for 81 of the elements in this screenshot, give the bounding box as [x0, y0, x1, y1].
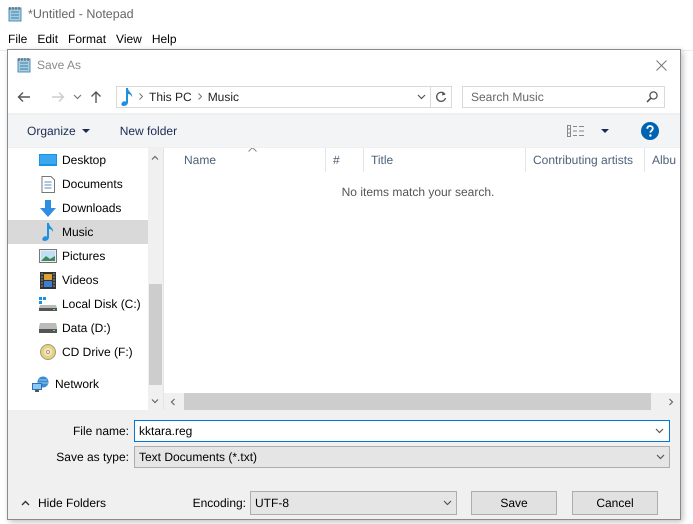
encoding-dropdown[interactable]: UTF-8	[250, 491, 457, 515]
column-header[interactable]: Albu	[645, 148, 680, 172]
notepad-icon	[17, 57, 31, 73]
refresh-button[interactable]	[431, 86, 452, 108]
drive-icon	[39, 323, 57, 333]
desktop-icon	[39, 153, 57, 167]
help-icon	[641, 122, 659, 140]
column-header[interactable]: Contributing artists	[526, 148, 645, 172]
scroll-left-icon	[170, 398, 175, 406]
menu-item[interactable]: File	[3, 32, 32, 46]
column-header[interactable]: #	[326, 148, 364, 172]
chevron-right-icon	[198, 93, 202, 100]
menu-item[interactable]: Help	[146, 32, 182, 46]
back-button[interactable]	[17, 90, 31, 102]
menu-item[interactable]: Edit	[32, 32, 64, 46]
scroll-up-icon	[151, 155, 159, 160]
sidebar-item[interactable]: Data (D:)	[8, 316, 148, 340]
sidebar-item[interactable]: Videos	[8, 268, 148, 292]
hide-folders-button[interactable]: Hide Folders	[21, 496, 106, 510]
cancel-button[interactable]: Cancel	[572, 491, 658, 515]
field-label: Save as type:	[55, 450, 130, 464]
chevron-down-icon	[655, 428, 664, 434]
address-bar[interactable]: This PC Music	[116, 86, 431, 108]
network-icon	[32, 376, 50, 392]
chevron-down-icon	[73, 94, 82, 100]
window-title: *Untitled - Notepad	[28, 7, 134, 21]
save-button[interactable]: Save	[471, 491, 557, 515]
file-type-dropdown[interactable]: Text Documents (*.txt)	[134, 446, 670, 468]
empty-message: No items match your search.	[342, 185, 494, 199]
sort-caret-icon	[248, 148, 257, 152]
system-drive-icon	[39, 297, 57, 311]
field-label: File name:	[72, 424, 130, 438]
download-arrow-icon	[39, 200, 57, 216]
music-note-icon	[42, 223, 54, 241]
notepad-icon	[8, 6, 22, 22]
file-name-field[interactable]: kktara.reg	[134, 420, 670, 442]
field-label: Encoding:	[192, 496, 246, 510]
new-folder-button[interactable]: New folder	[112, 120, 184, 142]
music-note-icon	[121, 88, 133, 106]
caret-icon	[601, 129, 609, 133]
breadcrumb-item[interactable]: This PC	[149, 90, 192, 104]
scroll-right-icon	[669, 398, 674, 406]
chevron-up-icon	[21, 500, 30, 506]
column-header[interactable]: Title	[364, 148, 526, 172]
sidebar-item[interactable]: Music	[8, 220, 148, 244]
close-icon	[656, 60, 666, 70]
dialog-title: Save As	[37, 58, 82, 72]
breadcrumb-item[interactable]: Music	[208, 90, 240, 104]
sidebar-item[interactable]: Documents	[8, 172, 148, 196]
film-icon	[40, 272, 56, 288]
up-arrow-icon	[90, 90, 102, 104]
document-icon	[41, 176, 55, 192]
sidebar-item[interactable]: CD Drive (F:)	[8, 340, 148, 364]
sidebar-item[interactable]: Downloads	[8, 196, 148, 220]
details-view-icon	[567, 125, 585, 137]
column-header[interactable]: Name	[164, 148, 326, 172]
close-button[interactable]	[654, 58, 668, 72]
forward-arrow-icon	[51, 90, 65, 102]
menu-item[interactable]: View	[111, 32, 147, 46]
up-button[interactable]	[90, 90, 102, 104]
chevron-down-icon	[656, 454, 665, 460]
caret-icon	[82, 129, 90, 133]
chevron-down-icon	[443, 500, 452, 506]
back-arrow-icon	[17, 90, 31, 102]
sidebar-item[interactable]: Desktop	[8, 148, 148, 172]
search-icon	[646, 90, 658, 102]
picture-icon	[39, 249, 57, 263]
organize-button[interactable]: Organize	[20, 120, 97, 142]
sidebar-item[interactable]: Network	[8, 372, 148, 396]
sidebar-item[interactable]: Pictures	[8, 244, 148, 268]
cd-icon	[40, 344, 56, 360]
vertical-scrollbar[interactable]	[148, 148, 163, 410]
refresh-icon	[435, 90, 447, 102]
chevron-right-icon	[139, 93, 143, 100]
search-field[interactable]: Search Music	[462, 86, 665, 108]
chevron-down-icon	[416, 94, 426, 100]
horizontal-scrollbar[interactable]	[164, 393, 680, 410]
sidebar-item[interactable]: Local Disk (C:)	[8, 292, 148, 316]
menu-item[interactable]: Format	[63, 32, 112, 46]
recent-locations-button[interactable]	[73, 94, 82, 100]
scroll-down-icon	[151, 399, 159, 404]
